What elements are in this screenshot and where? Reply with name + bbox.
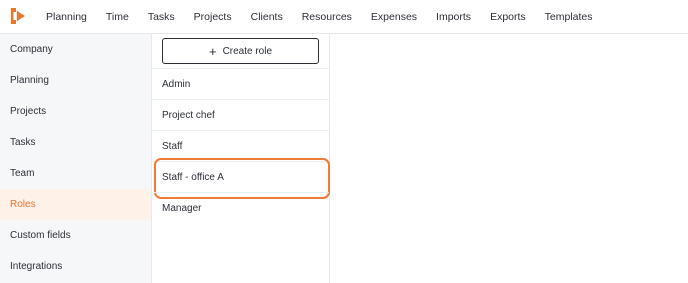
role-list: Admin Project chef Staff Staff - office … [152,68,330,223]
nav-templates[interactable]: Templates [545,11,593,23]
main-nav: Planning Time Tasks Projects Clients Res… [46,0,612,33]
role-item-project-chef[interactable]: Project chef [152,99,329,130]
nav-resources[interactable]: Resources [302,11,352,23]
nav-time[interactable]: Time [106,11,129,23]
role-item-admin[interactable]: Admin [152,68,329,99]
app-logo-icon[interactable] [8,6,28,26]
roles-panel: + Create role Admin Project chef Staff S… [152,34,330,283]
nav-projects[interactable]: Projects [194,11,232,23]
role-item-staff[interactable]: Staff [152,130,329,161]
top-navigation-bar: Planning Time Tasks Projects Clients Res… [0,0,688,34]
nav-tasks[interactable]: Tasks [148,11,175,23]
nav-exports[interactable]: Exports [490,11,526,23]
sidebar-item-planning[interactable]: Planning [0,65,151,96]
nav-clients[interactable]: Clients [251,11,283,23]
create-role-label: Create role [222,45,273,57]
sidebar-item-roles[interactable]: Roles [0,189,151,220]
plus-icon: + [208,43,217,59]
role-detail-area [331,34,688,283]
sidebar-item-team[interactable]: Team [0,158,151,189]
create-role-button[interactable]: + Create role [162,38,319,64]
settings-sidebar: Company Planning Projects Tasks Team Rol… [0,34,152,283]
nav-expenses[interactable]: Expenses [371,11,417,23]
sidebar-item-integrations[interactable]: Integrations [0,251,151,282]
sidebar-item-projects[interactable]: Projects [0,96,151,127]
sidebar-item-tasks[interactable]: Tasks [0,127,151,158]
nav-planning[interactable]: Planning [46,11,87,23]
nav-imports[interactable]: Imports [436,11,471,23]
role-item-manager[interactable]: Manager [152,192,329,223]
role-item-staff-office-a[interactable]: Staff - office A [152,158,330,199]
sidebar-item-company[interactable]: Company [0,34,151,65]
sidebar-item-custom-fields[interactable]: Custom fields [0,220,151,251]
